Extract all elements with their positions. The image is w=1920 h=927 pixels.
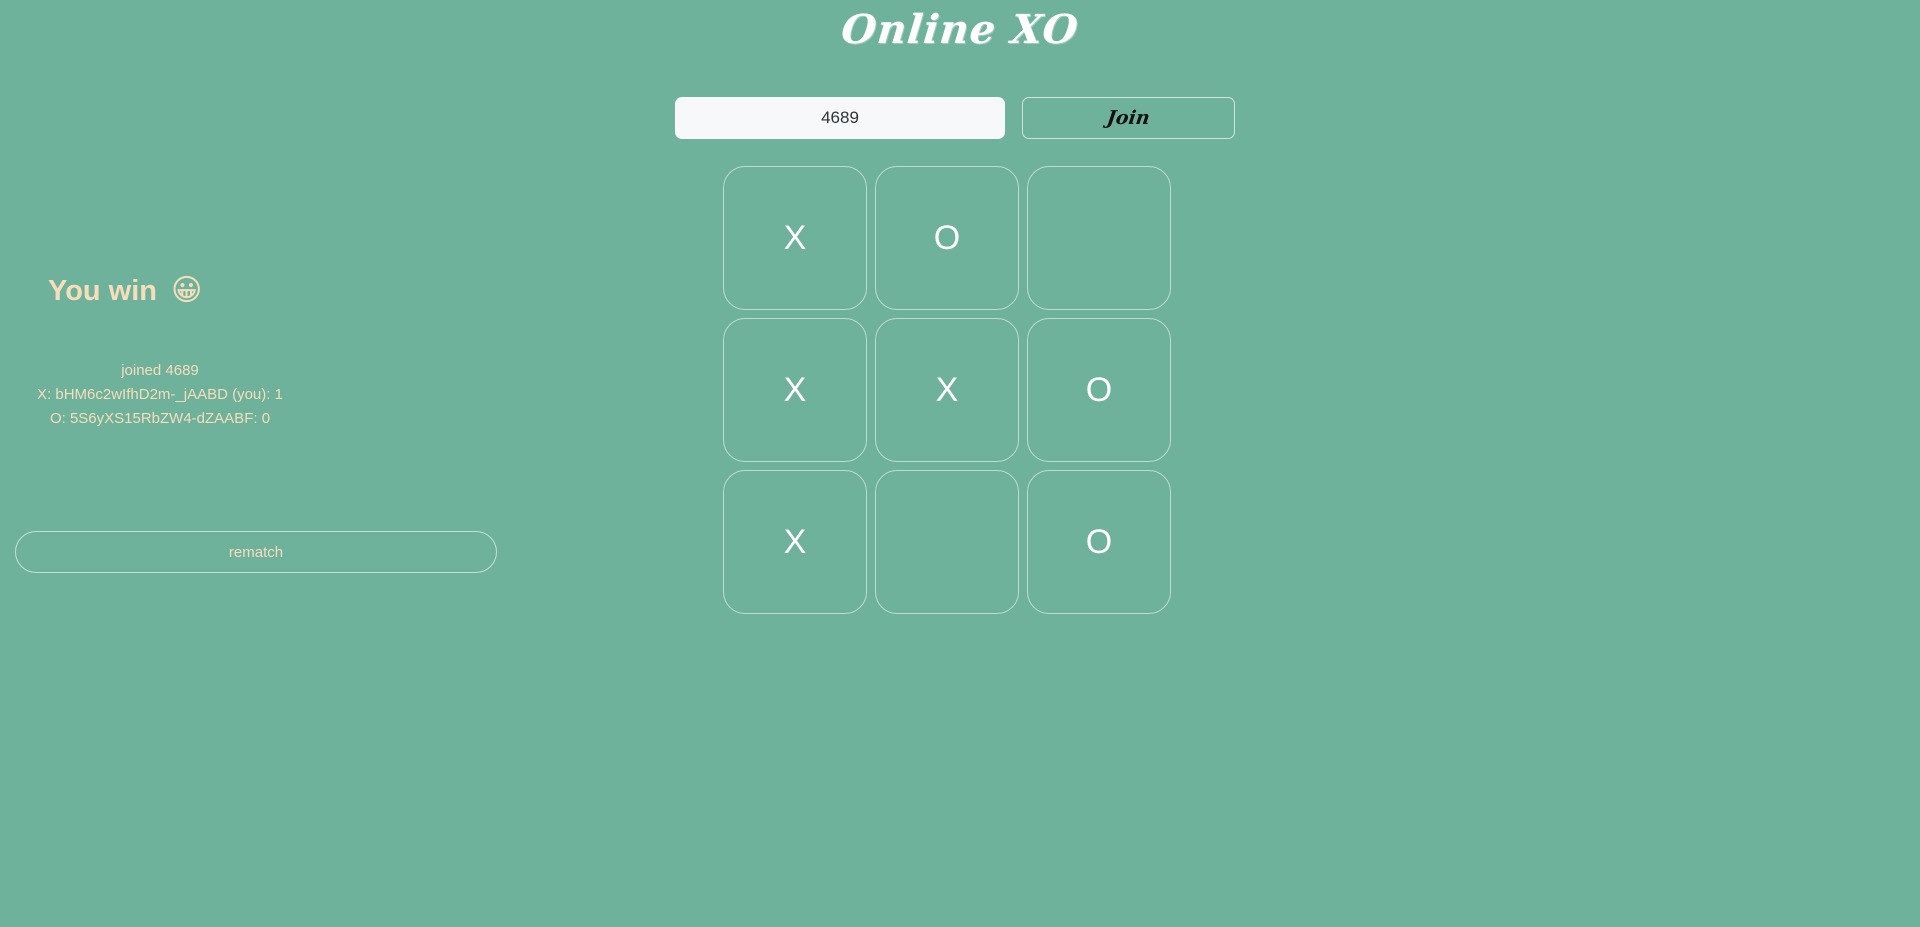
board-cell-4[interactable]: X	[875, 318, 1019, 462]
board-cell-1[interactable]: O	[875, 166, 1019, 310]
join-row: Join	[675, 97, 1235, 139]
result-banner: You win 😀	[0, 270, 512, 312]
grinning-face-icon: 😀	[171, 273, 203, 308]
board-cell-0[interactable]: X	[723, 166, 867, 310]
status-player-x: X: bHM6c2wIfhD2m-_jAABD (you): 1	[37, 386, 283, 403]
game-board: X O X X O X O	[723, 166, 1175, 614]
result-text: You win	[48, 274, 158, 307]
board-cell-6[interactable]: X	[723, 470, 867, 614]
board-cell-5[interactable]: O	[1027, 318, 1171, 462]
board-cell-7[interactable]	[875, 470, 1019, 614]
left-panel: You win 😀 joined 4689 X: bHM6c2wIfhD2m-_…	[0, 270, 512, 431]
room-code-input[interactable]	[675, 97, 1005, 139]
status-joined: joined 4689	[121, 362, 199, 379]
status-block: joined 4689 X: bHM6c2wIfhD2m-_jAABD (you…	[0, 359, 320, 431]
board-cell-3[interactable]: X	[723, 318, 867, 462]
board-cell-2[interactable]	[1027, 166, 1171, 310]
status-player-o: O: 5S6yXS15RbZW4-dZAABF: 0	[49, 410, 271, 427]
join-button-label: Join	[1105, 107, 1152, 129]
page-title: Online XO	[839, 6, 1081, 53]
board-cell-8[interactable]: O	[1027, 470, 1171, 614]
join-button[interactable]: Join	[1022, 97, 1235, 139]
rematch-button[interactable]: rematch	[15, 531, 497, 573]
